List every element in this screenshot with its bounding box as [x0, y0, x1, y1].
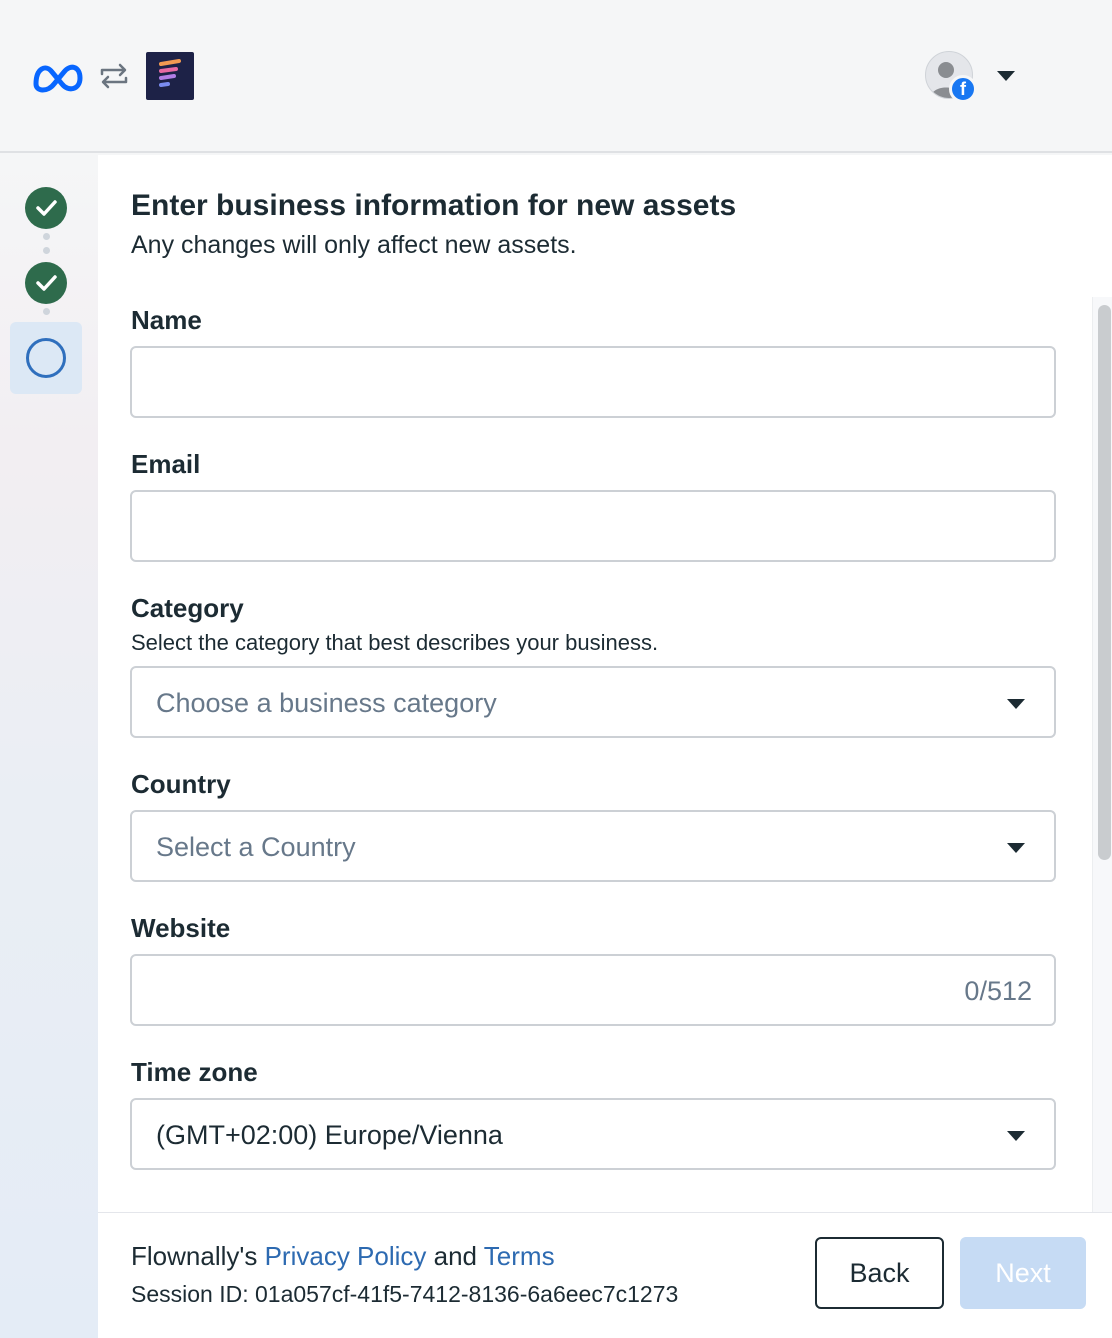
category-placeholder: Choose a business category [156, 688, 497, 718]
country-placeholder: Select a Country [156, 832, 356, 862]
back-button[interactable]: Back [815, 1237, 944, 1309]
step-connector [43, 233, 50, 261]
timezone-select[interactable]: (GMT+02:00) Europe/Vienna [130, 1098, 1056, 1170]
legal-prefix: Flownally's [131, 1241, 258, 1271]
category-help-text: Select the category that best describes … [131, 630, 659, 655]
step-complete-icon [25, 187, 67, 229]
category-select[interactable]: Choose a business category [130, 666, 1056, 738]
terms-link[interactable]: Terms [484, 1241, 555, 1271]
next-button[interactable]: Next [960, 1237, 1086, 1309]
page-title: Enter business information for new asset… [131, 189, 737, 222]
session-id: Session ID: 01a057cf-41f5-7412-8136-6a6e… [131, 1281, 679, 1307]
step-current-icon [26, 338, 66, 378]
timezone-label: Time zone [131, 1057, 258, 1087]
name-label: Name [131, 305, 202, 335]
email-label: Email [131, 449, 201, 479]
scrollbar-thumb[interactable] [1098, 305, 1111, 860]
footer: Flownally's Privacy Policy and Terms Ses… [98, 1212, 1112, 1338]
chevron-down-icon [1007, 843, 1025, 853]
website-label: Website [131, 913, 231, 943]
chevron-down-icon [1007, 1131, 1025, 1141]
meta-logo-icon [33, 64, 83, 93]
character-counter: 0/512 [964, 976, 1032, 1006]
page-subtitle: Any changes will only affect new assets. [131, 231, 577, 259]
business-info-panel: Enter business information for new asset… [98, 155, 1112, 1338]
top-bar: f [0, 0, 1112, 153]
step-complete-icon [25, 262, 67, 304]
country-label: Country [131, 769, 231, 799]
swap-arrows-icon [100, 63, 128, 89]
country-select[interactable]: Select a Country [130, 810, 1056, 882]
caret-down-icon[interactable] [996, 70, 1016, 82]
facebook-icon: f [949, 75, 977, 103]
progress-stepper [0, 155, 98, 1338]
privacy-policy-link[interactable]: Privacy Policy [265, 1241, 427, 1271]
flownally-logo-icon [146, 52, 194, 100]
category-label: Category [131, 593, 244, 623]
legal-and: and [433, 1241, 478, 1271]
name-field[interactable] [130, 346, 1056, 418]
chevron-down-icon [1007, 699, 1025, 709]
legal-text: Flownally's Privacy Policy and Terms [131, 1241, 555, 1272]
account-switcher[interactable]: f [925, 51, 977, 103]
website-field[interactable]: 0/512 [130, 954, 1056, 1026]
step-connector [43, 308, 50, 322]
timezone-value: (GMT+02:00) Europe/Vienna [156, 1120, 503, 1150]
email-field[interactable] [130, 490, 1056, 562]
